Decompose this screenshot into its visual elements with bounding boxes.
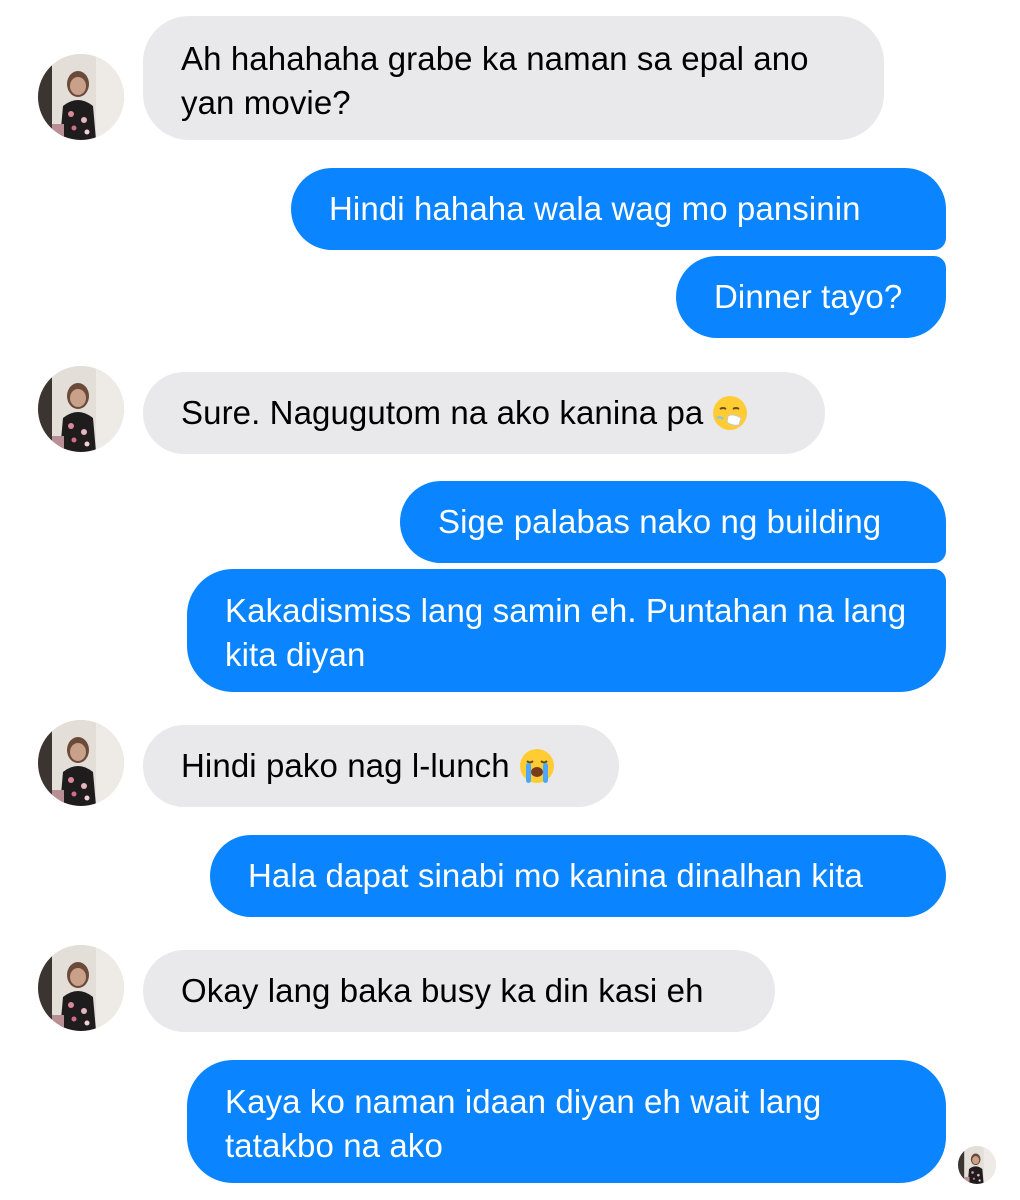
message-text: Kaya ko naman idaan diyan eh wait lang t… [225,1083,822,1164]
message-outgoing[interactable]: Kakadismiss lang samin eh. Puntahan na l… [187,569,946,692]
message-text: Hindi hahaha wala wag mo pansinin [329,190,861,227]
message-text: Hala dapat sinabi mo kanina dinalhan kit… [248,857,864,894]
loudly-crying-face-icon [518,747,556,785]
contact-avatar[interactable] [38,945,124,1031]
message-text: Kakadismiss lang samin eh. Puntahan na l… [225,592,907,673]
contact-avatar[interactable] [38,54,124,140]
contact-avatar[interactable] [38,720,124,806]
sneezing-face-icon [711,394,749,432]
read-receipt-avatar [958,1146,996,1184]
message-outgoing[interactable]: Hala dapat sinabi mo kanina dinalhan kit… [210,835,946,917]
message-text: Ah hahahaha grabe ka naman sa epal ano y… [181,40,809,121]
contact-avatar[interactable] [38,366,124,452]
message-text: Okay lang baka busy ka din kasi eh [181,972,704,1009]
message-text: Hindi pako nag l-lunch [181,747,510,784]
message-outgoing[interactable]: Dinner tayo? [676,256,946,338]
message-incoming[interactable]: Okay lang baka busy ka din kasi eh [143,950,775,1032]
message-outgoing[interactable]: Sige palabas nako ng building [400,481,946,563]
message-text: Dinner tayo? [714,278,903,315]
message-text: Sure. Nagugutom na ako kanina pa [181,394,704,431]
message-outgoing[interactable]: Kaya ko naman idaan diyan eh wait lang t… [187,1060,946,1183]
message-incoming[interactable]: Ah hahahaha grabe ka naman sa epal ano y… [143,16,884,140]
message-outgoing[interactable]: Hindi hahaha wala wag mo pansinin [291,168,946,250]
message-incoming[interactable]: Sure. Nagugutom na ako kanina pa [143,372,825,454]
message-incoming[interactable]: Hindi pako nag l-lunch [143,725,619,807]
message-text: Sige palabas nako ng building [438,503,882,540]
